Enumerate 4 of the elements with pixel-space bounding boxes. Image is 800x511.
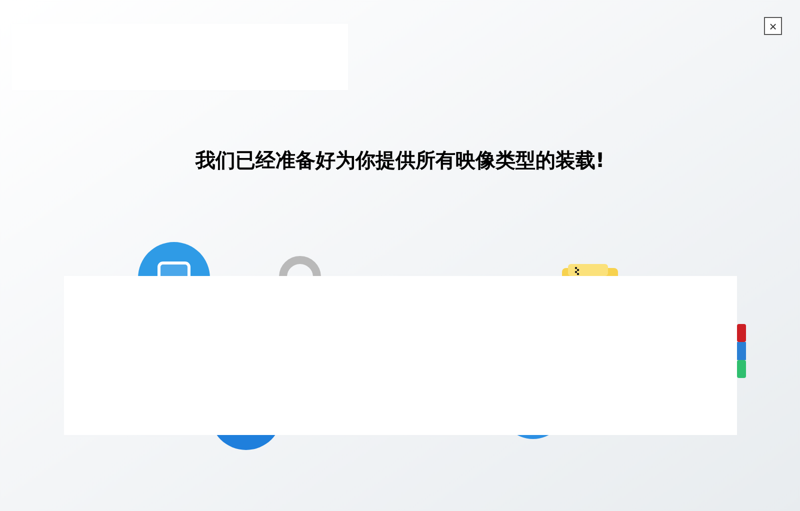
ring-icon <box>278 255 322 276</box>
close-button[interactable]: × <box>764 17 782 35</box>
book-tabs-icon <box>737 324 746 378</box>
heading: 我们已经准备好为你提供所有映像类型的装载! <box>195 147 605 174</box>
